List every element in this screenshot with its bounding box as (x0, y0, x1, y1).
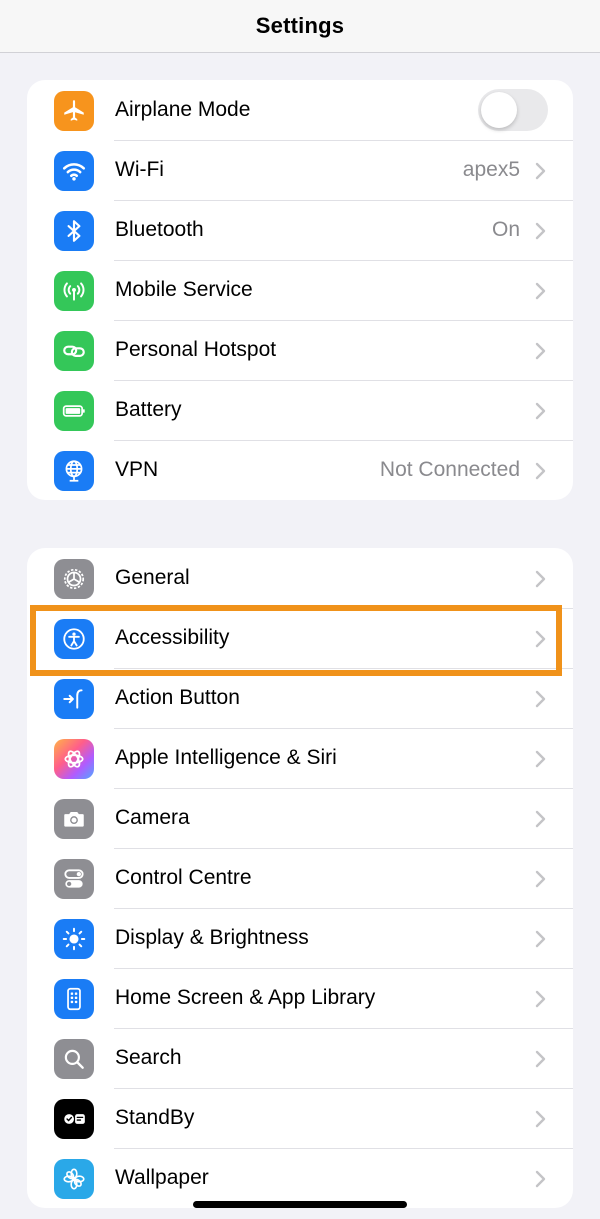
settings-row-airplane-mode[interactable]: Airplane Mode (27, 80, 573, 140)
airplane-icon (54, 91, 94, 131)
toggle-knob (481, 92, 517, 128)
chevron-right-icon (535, 810, 546, 828)
vpn-label: VPN (115, 458, 159, 481)
camera-label: Camera (115, 806, 190, 829)
settings-row-wifi[interactable]: Wi-Fi apex5 (27, 140, 573, 200)
settings-row-bluetooth[interactable]: Bluetooth On (27, 200, 573, 260)
chevron-right-icon (535, 750, 546, 768)
search-label: Search (115, 1046, 182, 1069)
bluetooth-label: Bluetooth (115, 218, 204, 241)
wallpaper-label: Wallpaper (115, 1166, 209, 1189)
connectivity-group: Airplane Mode Wi-Fi apex5 Bluetooth On M… (27, 80, 573, 500)
chevron-right-icon (535, 990, 546, 1008)
settings-row-camera[interactable]: Camera (27, 788, 573, 848)
home-indicator[interactable] (193, 1201, 407, 1208)
bluetooth-icon (54, 211, 94, 251)
mobile-service-label: Mobile Service (115, 278, 253, 301)
chevron-right-icon (535, 1110, 546, 1128)
airplane-mode-toggle[interactable] (478, 89, 548, 131)
standby-label: StandBy (115, 1106, 195, 1129)
chevron-right-icon (535, 690, 546, 708)
settings-row-mobile-service[interactable]: Mobile Service (27, 260, 573, 320)
settings-row-display-brightness[interactable]: Display & Brightness (27, 908, 573, 968)
flower-icon (54, 1159, 94, 1199)
chevron-right-icon (535, 162, 546, 180)
home-screen-app-library-label: Home Screen & App Library (115, 986, 376, 1009)
control-centre-label: Control Centre (115, 866, 252, 889)
chevron-right-icon (535, 222, 546, 240)
link-icon (54, 331, 94, 371)
settings-row-accessibility[interactable]: Accessibility (27, 608, 573, 668)
settings-row-vpn[interactable]: VPN Not Connected (27, 440, 573, 500)
page-title: Settings (255, 13, 345, 38)
switches-icon (54, 859, 94, 899)
apple-intelligence-siri-label: Apple Intelligence & Siri (115, 746, 337, 769)
chevron-right-icon (535, 402, 546, 420)
wifi-icon (54, 151, 94, 191)
settings-row-control-centre[interactable]: Control Centre (27, 848, 573, 908)
chevron-right-icon (535, 1170, 546, 1188)
sun-icon (54, 919, 94, 959)
settings-row-general[interactable]: General (27, 548, 573, 608)
chevron-right-icon (535, 570, 546, 588)
bluetooth-status: On (491, 218, 520, 241)
settings-row-standby[interactable]: StandBy (27, 1088, 573, 1148)
display-brightness-label: Display & Brightness (115, 926, 309, 949)
airplane-mode-label: Airplane Mode (115, 98, 251, 121)
navigation-bar: Settings (0, 0, 600, 53)
siri-icon (54, 739, 94, 779)
antenna-icon (54, 271, 94, 311)
settings-row-battery[interactable]: Battery (27, 380, 573, 440)
settings-screen: Settings Airplane Mode Wi-Fi apex5 Bluet… (0, 0, 600, 1219)
personal-hotspot-label: Personal Hotspot (115, 338, 277, 361)
phone-grid-icon (54, 979, 94, 1019)
settings-row-home-screen-app-library[interactable]: Home Screen & App Library (27, 968, 573, 1028)
settings-row-search[interactable]: Search (27, 1028, 573, 1088)
accessibility-icon (54, 619, 94, 659)
system-group: General Accessibility Action Button Appl… (27, 548, 573, 1208)
chevron-right-icon (535, 930, 546, 948)
general-label: General (115, 566, 190, 589)
settings-row-personal-hotspot[interactable]: Personal Hotspot (27, 320, 573, 380)
chevron-right-icon (535, 630, 546, 648)
wifi-label: Wi-Fi (115, 158, 164, 181)
chevron-right-icon (535, 870, 546, 888)
settings-row-wallpaper[interactable]: Wallpaper (27, 1148, 573, 1208)
gear-icon (54, 559, 94, 599)
wifi-network-name: apex5 (462, 158, 520, 181)
chevron-right-icon (535, 342, 546, 360)
vpn-status: Not Connected (379, 458, 520, 481)
standby-icon (54, 1099, 94, 1139)
accessibility-label: Accessibility (115, 626, 230, 649)
chevron-right-icon (535, 282, 546, 300)
chevron-right-icon (535, 1050, 546, 1068)
settings-row-apple-intelligence-siri[interactable]: Apple Intelligence & Siri (27, 728, 573, 788)
globe-icon (54, 451, 94, 491)
action-button-icon (54, 679, 94, 719)
chevron-right-icon (535, 462, 546, 480)
search-icon (54, 1039, 94, 1079)
settings-row-action-button[interactable]: Action Button (27, 668, 573, 728)
battery-label: Battery (115, 398, 182, 421)
camera-icon (54, 799, 94, 839)
battery-icon (54, 391, 94, 431)
action-button-label: Action Button (115, 686, 240, 709)
